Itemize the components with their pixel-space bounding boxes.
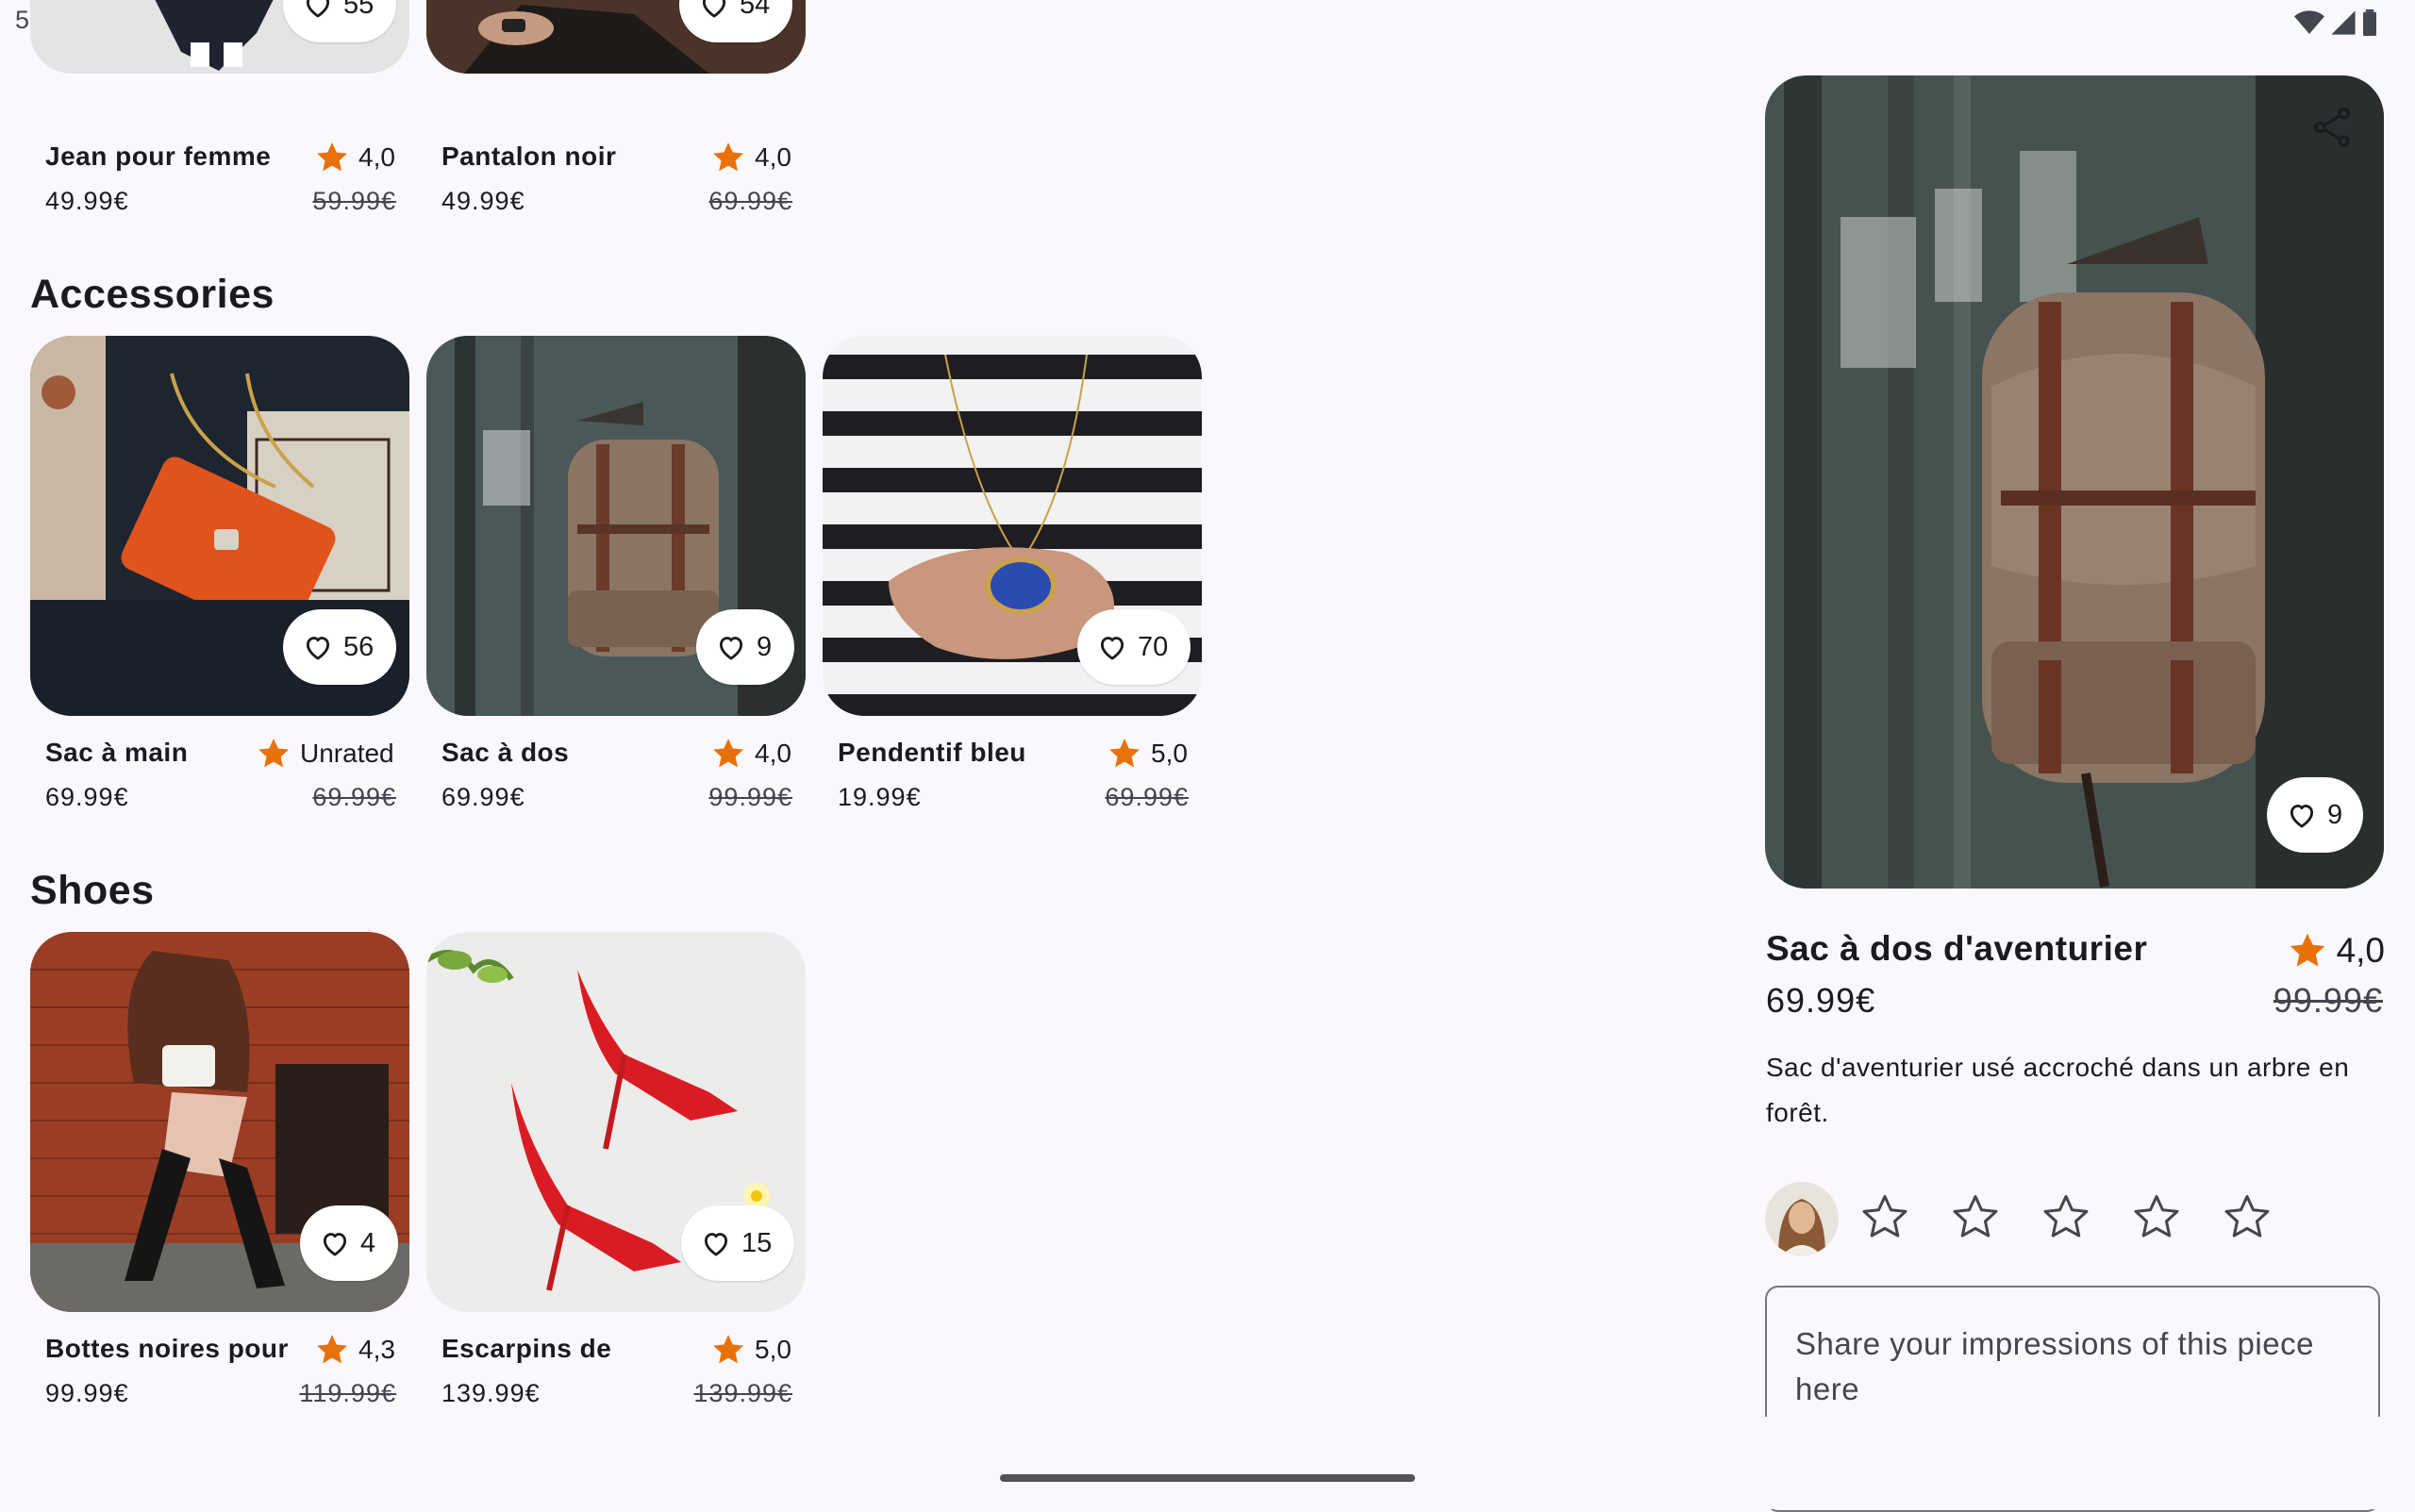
like-button[interactable]: 55	[283, 0, 397, 42]
product-old-price: 119.99€	[299, 1379, 396, 1407]
product-image-bottes[interactable]: 4	[30, 932, 409, 1312]
heart-icon	[319, 1227, 351, 1259]
review-placeholder: Share your impressions of this piece her…	[1795, 1326, 2314, 1406]
heart-icon	[715, 631, 747, 663]
detail-description: Sac d'aventurier usé accroché dans un ar…	[1766, 1053, 2350, 1127]
like-count: 70	[1138, 631, 1169, 662]
star-outline-icon[interactable]	[2221, 1190, 2273, 1243]
share-icon[interactable]	[2308, 104, 2356, 151]
rating-value: 4,3	[358, 1335, 395, 1364]
cell-signal-icon	[2331, 10, 2356, 35]
product-price: 99.99€	[45, 1379, 129, 1407]
product-name[interactable]: Pantalon noir	[441, 141, 616, 172]
star-icon	[313, 139, 351, 176]
star-icon	[255, 735, 292, 773]
like-count: 9	[757, 631, 773, 662]
star-icon	[1106, 735, 1143, 773]
heart-icon	[1096, 631, 1128, 663]
detail-price: 69.99€	[1766, 981, 1876, 1020]
detail-old-price: 99.99€	[2273, 981, 2383, 1020]
like-button[interactable]: 54	[679, 0, 793, 42]
star-outline-icon[interactable]	[2130, 1190, 2183, 1243]
heart-icon	[2286, 799, 2318, 831]
rating-value: 4,0	[755, 142, 791, 172]
product-rating: Unrated	[255, 735, 394, 773]
detail-title: Sac à dos d'aventurier	[1766, 929, 2148, 968]
product-name[interactable]: Sac à main	[45, 738, 188, 768]
detail-image: 9	[1765, 75, 2384, 889]
product-old-price: 99.99€	[708, 783, 792, 811]
rating-value: 5,0	[1151, 739, 1188, 768]
wifi-icon	[2294, 10, 2324, 35]
product-old-price: 69.99€	[1105, 783, 1189, 811]
rating-value: 4,0	[358, 142, 395, 172]
like-button[interactable]: 15	[681, 1205, 795, 1281]
star-icon	[709, 1331, 747, 1369]
product-name[interactable]: Escarpins de	[441, 1334, 611, 1364]
heart-icon	[302, 631, 334, 663]
like-button[interactable]: 9	[696, 609, 795, 685]
star-icon	[2286, 929, 2329, 972]
product-rating: 4,0	[709, 139, 791, 176]
product-price: 19.99€	[838, 783, 922, 811]
product-name[interactable]: Bottes noires pour	[45, 1334, 289, 1364]
bottom-edge	[1755, 1417, 2415, 1509]
product-price: 49.99€	[441, 187, 525, 215]
product-image-sac-a-dos[interactable]: 9	[426, 336, 806, 716]
battery-icon	[2363, 9, 2376, 36]
product-rating: 5,0	[709, 1331, 791, 1369]
status-icons	[2294, 9, 2377, 36]
product-price: 69.99€	[441, 783, 525, 811]
product-old-price: 139.99€	[693, 1379, 792, 1407]
product-image-pendentif[interactable]: 70	[823, 336, 1202, 716]
like-count: 9	[2327, 799, 2343, 830]
product-old-price: 59.99€	[312, 187, 396, 215]
star-outline-icon[interactable]	[2040, 1190, 2092, 1243]
gesture-home-bar[interactable]	[1000, 1474, 1415, 1482]
product-rating: 4,3	[313, 1331, 395, 1369]
avatar	[1765, 1182, 1839, 1255]
rating-value: 5,0	[755, 1335, 791, 1364]
heart-icon	[698, 0, 730, 21]
product-price: 139.99€	[441, 1379, 541, 1407]
section-title-shoes: Shoes	[30, 868, 155, 913]
product-image-sac-a-main[interactable]: 56	[30, 336, 409, 716]
rating-value: Unrated	[300, 739, 394, 768]
product-image-jean[interactable]: 55	[30, 0, 409, 74]
like-button[interactable]: 4	[300, 1205, 399, 1281]
like-count: 15	[741, 1227, 773, 1258]
product-rating: 5,0	[1106, 735, 1188, 773]
heart-icon	[302, 0, 334, 21]
product-name[interactable]: Pendentif bleu	[838, 738, 1026, 768]
rating-value: 4,0	[2336, 931, 2385, 970]
product-old-price: 69.99€	[708, 187, 792, 215]
like-count: 56	[343, 631, 375, 662]
section-title-accessories: Accessories	[30, 272, 275, 317]
detail-rating: 4,0	[2286, 929, 2385, 972]
like-button[interactable]: 56	[283, 609, 397, 685]
star-icon	[709, 139, 747, 176]
like-count: 54	[740, 0, 771, 20]
product-price: 69.99€	[45, 783, 129, 811]
like-button[interactable]: 70	[1077, 609, 1191, 685]
product-rating: 4,0	[313, 139, 395, 176]
product-image-pantalon[interactable]: 54	[426, 0, 806, 74]
rating-input	[1858, 1190, 2273, 1243]
star-outline-icon[interactable]	[1858, 1190, 1911, 1243]
product-old-price: 69.99€	[312, 783, 396, 811]
rating-value: 4,0	[755, 739, 791, 768]
product-name[interactable]: Sac à dos	[441, 738, 569, 768]
product-price: 49.99€	[45, 187, 129, 215]
heart-icon	[700, 1227, 732, 1259]
like-button[interactable]: 9	[2267, 777, 2364, 853]
like-count: 4	[360, 1227, 376, 1258]
star-icon	[709, 735, 747, 773]
product-image-escarpins[interactable]: 15	[426, 932, 806, 1312]
product-rating: 4,0	[709, 735, 791, 773]
star-icon	[313, 1331, 351, 1369]
product-name[interactable]: Jean pour femme	[45, 141, 271, 172]
like-count: 55	[343, 0, 375, 20]
star-outline-icon[interactable]	[1949, 1190, 2002, 1243]
